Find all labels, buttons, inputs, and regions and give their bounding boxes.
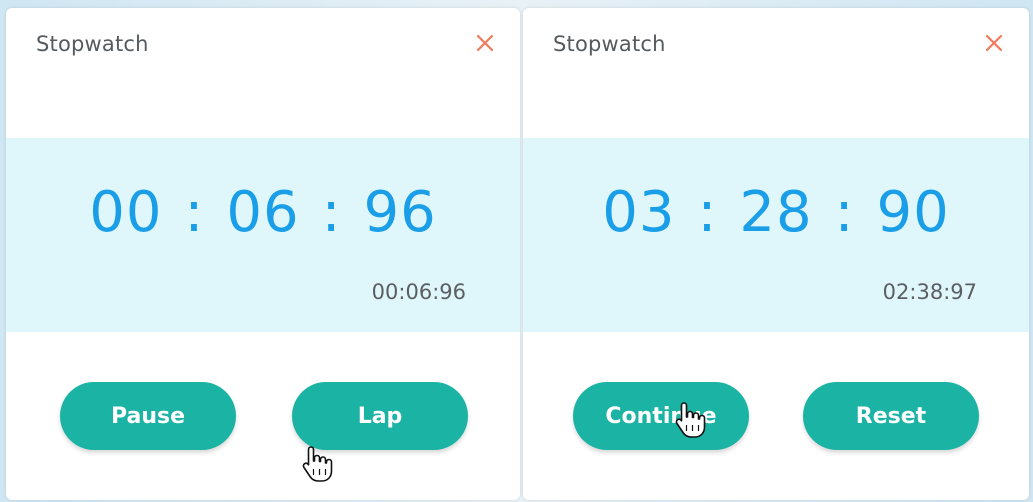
elapsed-time: 03:28:90 <box>523 180 1029 245</box>
title-bar: Stopwatch <box>523 8 1029 88</box>
title-bar: Stopwatch <box>6 8 520 88</box>
time-separator: : <box>184 180 205 245</box>
stopwatch-window-right: Stopwatch 03:28:90 02:38:97 Continue Res… <box>523 8 1029 500</box>
hours-value: 00 <box>89 180 163 245</box>
stopwatch-window-left: Stopwatch 00:06:96 00:06:96 Pause Lap <box>6 8 520 500</box>
minutes-value: 06 <box>226 180 300 245</box>
window-title: Stopwatch <box>553 32 666 56</box>
window-title: Stopwatch <box>36 32 149 56</box>
lap-time: 00:06:96 <box>371 280 466 304</box>
time-display-band: 03:28:90 02:38:97 <box>523 138 1029 332</box>
lap-time: 02:38:97 <box>882 280 977 304</box>
hand-pointer-icon <box>300 444 334 484</box>
time-separator: : <box>834 180 855 245</box>
seconds-value: 96 <box>363 180 437 245</box>
time-separator: : <box>321 180 342 245</box>
seconds-value: 90 <box>876 180 950 245</box>
reset-button[interactable]: Reset <box>803 382 979 450</box>
time-display-band: 00:06:96 00:06:96 <box>6 138 520 332</box>
pause-button[interactable]: Pause <box>60 382 236 450</box>
stage: Stopwatch 00:06:96 00:06:96 Pause Lap St… <box>0 0 1033 502</box>
lap-button[interactable]: Lap <box>292 382 468 450</box>
time-separator: : <box>697 180 718 245</box>
elapsed-time: 00:06:96 <box>6 180 520 245</box>
close-icon[interactable] <box>983 32 1005 54</box>
continue-button[interactable]: Continue <box>573 382 749 450</box>
minutes-value: 28 <box>739 180 813 245</box>
hours-value: 03 <box>602 180 676 245</box>
close-icon[interactable] <box>474 32 496 54</box>
